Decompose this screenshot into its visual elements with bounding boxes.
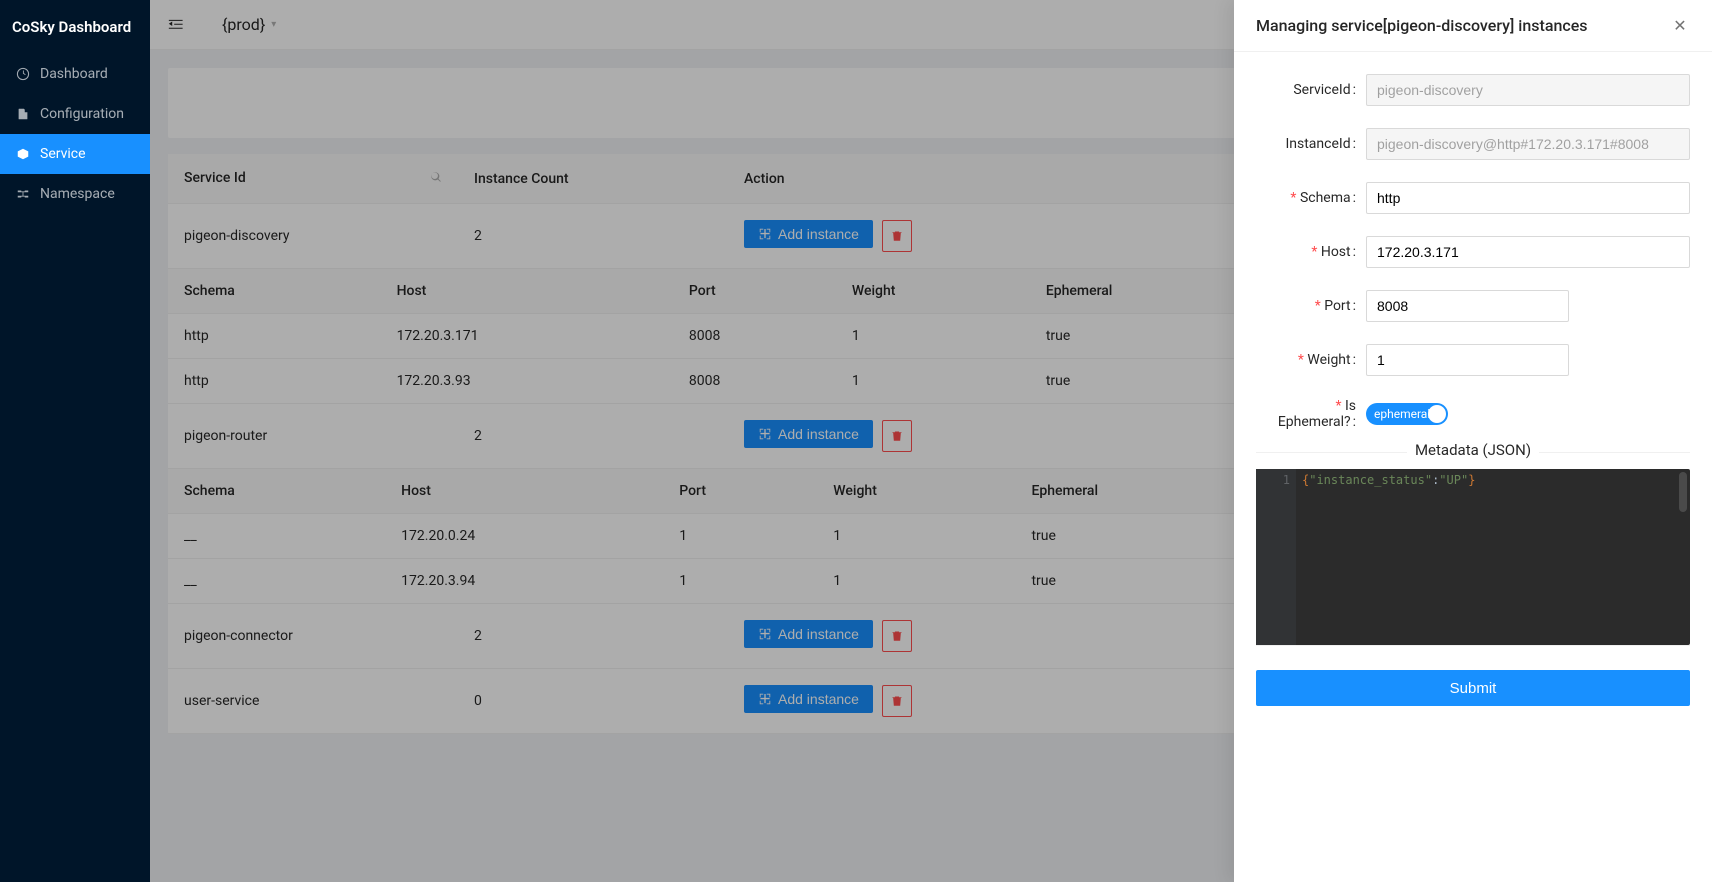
label-host: Host bbox=[1256, 244, 1366, 260]
sidebar-item-namespace[interactable]: Namespace bbox=[0, 174, 150, 214]
sidebar-item-label: Configuration bbox=[40, 106, 124, 122]
deployment-icon bbox=[16, 147, 30, 161]
instance-drawer: Managing service[pigeon-discovery] insta… bbox=[1234, 0, 1712, 882]
file-icon bbox=[16, 107, 30, 121]
metadata-legend: Metadata (JSON) bbox=[1407, 441, 1539, 459]
sidebar-item-label: Dashboard bbox=[40, 66, 108, 82]
weight-input[interactable] bbox=[1366, 344, 1569, 376]
label-instance-id: InstanceId bbox=[1256, 136, 1366, 152]
schema-input[interactable] bbox=[1366, 182, 1690, 214]
label-port: Port bbox=[1256, 298, 1366, 314]
metadata-editor[interactable]: 1 {"instance_status":"UP"} bbox=[1256, 469, 1690, 645]
app-title: CoSky Dashboard bbox=[0, 0, 150, 54]
host-input[interactable] bbox=[1366, 236, 1690, 268]
code-gutter: 1 bbox=[1256, 469, 1296, 645]
cluster-icon bbox=[16, 187, 30, 201]
label-weight: Weight bbox=[1256, 352, 1366, 368]
submit-button[interactable]: Submit bbox=[1256, 670, 1690, 706]
sidebar: CoSky Dashboard Dashboard Configuration … bbox=[0, 0, 150, 882]
close-icon[interactable]: ✕ bbox=[1670, 16, 1690, 35]
port-input[interactable] bbox=[1366, 290, 1569, 322]
instance-id-input bbox=[1366, 128, 1690, 160]
sidebar-item-label: Service bbox=[40, 146, 86, 162]
ephemeral-switch[interactable]: ephemeral bbox=[1366, 403, 1448, 425]
sidebar-item-label: Namespace bbox=[40, 186, 115, 202]
label-ephemeral: Is Ephemeral? bbox=[1256, 398, 1366, 430]
sidebar-item-dashboard[interactable]: Dashboard bbox=[0, 54, 150, 94]
label-service-id: ServiceId bbox=[1256, 82, 1366, 98]
dashboard-icon bbox=[16, 67, 30, 81]
code-text[interactable]: {"instance_status":"UP"} bbox=[1296, 469, 1690, 645]
switch-label: ephemeral bbox=[1366, 407, 1430, 421]
drawer-title: Managing service[pigeon-discovery] insta… bbox=[1256, 16, 1588, 35]
service-id-input bbox=[1366, 74, 1690, 106]
label-schema: Schema bbox=[1256, 190, 1366, 206]
switch-knob bbox=[1428, 405, 1446, 423]
sidebar-item-service[interactable]: Service bbox=[0, 134, 150, 174]
sidebar-item-configuration[interactable]: Configuration bbox=[0, 94, 150, 134]
code-scrollbar[interactable] bbox=[1679, 472, 1687, 512]
